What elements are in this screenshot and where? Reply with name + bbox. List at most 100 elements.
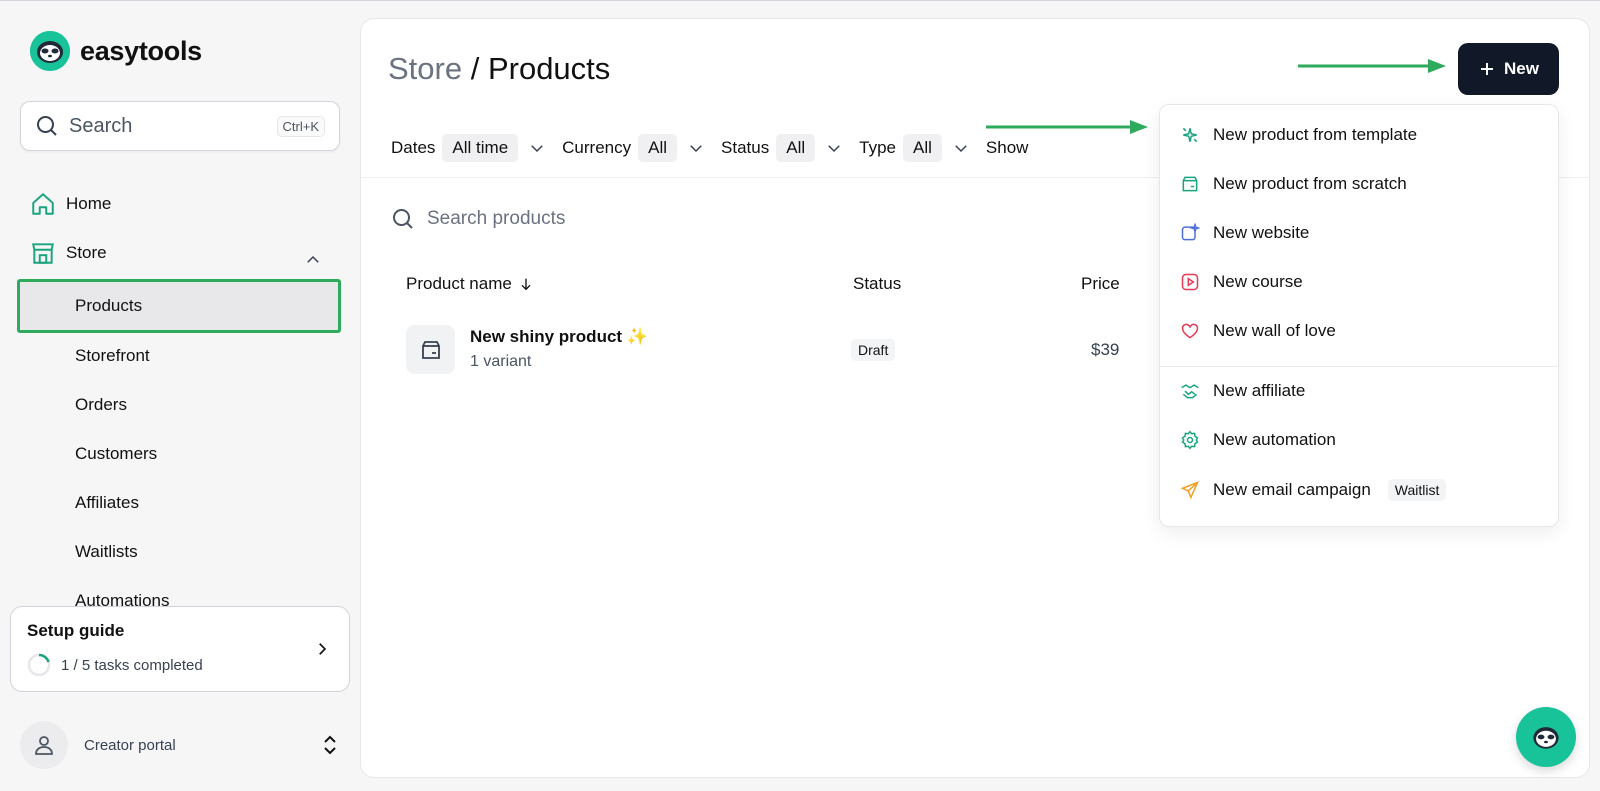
play-icon [1180, 272, 1200, 292]
website-icon [1180, 223, 1200, 243]
table-row-price: $39 [1091, 340, 1120, 359]
menu-item-new-email-campaign[interactable]: New email campaign Waitlist [1180, 479, 1447, 501]
paper-plane-icon [1180, 480, 1200, 500]
search-placeholder: Search [69, 114, 133, 137]
filter-dates[interactable]: Dates All time [391, 134, 546, 162]
creator-portal-switcher[interactable]: Creator portal [20, 721, 340, 769]
brand[interactable]: easytools [30, 31, 202, 71]
progress-ring-icon [27, 653, 51, 677]
setup-guide-card[interactable]: Setup guide 1 / 5 tasks completed [10, 606, 350, 692]
waitlist-badge: Waitlist [1387, 479, 1447, 501]
sidebar-item-customers[interactable]: Customers [75, 444, 157, 464]
creator-portal-label: Creator portal [84, 736, 176, 754]
filter-label: Currency [562, 138, 632, 157]
chat-support-button[interactable] [1516, 707, 1576, 767]
handshake-icon [1180, 381, 1200, 401]
product-thumbnail[interactable] [406, 325, 455, 374]
sidebar-item-waitlists[interactable]: Waitlists [75, 542, 138, 562]
cog-icon [1180, 430, 1200, 450]
menu-item-label: New automation [1213, 430, 1336, 449]
filter-value: All [638, 134, 678, 162]
page-title: Store / Products [388, 51, 610, 87]
annotation-arrow-menu [986, 120, 1148, 134]
chevron-right-icon [319, 643, 327, 655]
sidebar-item-products[interactable]: Products [17, 279, 341, 333]
filter-label: Type [859, 138, 896, 157]
menu-item-new-automation[interactable]: New automation [1180, 430, 1336, 450]
filter-value: All [776, 134, 816, 162]
menu-item-new-wall-of-love[interactable]: New wall of love [1180, 321, 1336, 341]
new-button[interactable]: New [1458, 43, 1559, 95]
menu-item-label: New product from template [1213, 125, 1418, 144]
arrow-down-icon [521, 278, 531, 291]
sidebar-item-orders[interactable]: Orders [75, 395, 127, 415]
breadcrumb-store[interactable]: Store [388, 51, 462, 86]
table-row-name[interactable]: New shiny product ✨ [470, 327, 648, 347]
column-header-price[interactable]: Price [1081, 274, 1120, 294]
chevron-down-icon [955, 145, 967, 153]
annotation-arrow-new-button [1298, 59, 1446, 73]
setup-progress-text: 1 / 5 tasks completed [61, 656, 203, 674]
home-icon [32, 193, 54, 215]
column-header-product-name[interactable]: Product name [406, 274, 534, 294]
filter-status[interactable]: Status All [721, 134, 843, 162]
status-badge: Draft [851, 339, 896, 361]
sidebar-item-storefront[interactable]: Storefront [75, 346, 150, 366]
breadcrumb-separator: / [462, 51, 488, 86]
menu-item-label: New course [1213, 272, 1303, 291]
menu-item-new-product-scratch[interactable]: New product from scratch [1180, 174, 1407, 194]
product-search-placeholder: Search products [427, 208, 566, 229]
sidebar-item-home[interactable]: Home [30, 191, 111, 217]
search-shortcut: Ctrl+K [276, 115, 325, 137]
plus-icon [1481, 63, 1494, 75]
search-icon [393, 209, 413, 229]
filter-label: Show [985, 138, 1029, 157]
filter-label: Dates [391, 138, 436, 157]
sloth-logo-icon [30, 31, 70, 71]
column-header-status[interactable]: Status [853, 274, 901, 294]
filter-value: All time [442, 134, 519, 162]
sidebar: easytools Search Ctrl+K Home Store Produ… [0, 1, 354, 791]
sidebar-item-label: Store [66, 243, 107, 262]
menu-item-new-website[interactable]: New website [1180, 223, 1309, 243]
column-header-label: Product name [406, 274, 512, 293]
filter-show[interactable]: Show [986, 138, 1036, 158]
menu-item-new-product-template[interactable]: New product from template [1180, 125, 1417, 145]
product-name: New shiny product [470, 327, 623, 346]
search-icon [37, 116, 57, 136]
new-button-label: New [1504, 59, 1539, 78]
menu-item-label: New product from scratch [1213, 174, 1407, 193]
sidebar-item-label: Home [66, 194, 112, 213]
filter-type[interactable]: Type All [859, 134, 970, 162]
new-dropdown-menu: New product from template New product fr… [1159, 104, 1559, 527]
store-icon [32, 243, 54, 264]
user-icon [35, 736, 53, 755]
filter-bar: Dates All time Currency All Status All T… [391, 133, 1051, 163]
search-input[interactable]: Search Ctrl+K [20, 101, 340, 151]
menu-item-new-affiliate[interactable]: New affiliate [1180, 381, 1305, 401]
chevron-up-icon[interactable] [304, 251, 322, 269]
sidebar-item-affiliates[interactable]: Affiliates [75, 493, 139, 513]
setup-guide-title: Setup guide [27, 621, 125, 640]
menu-item-label: New email campaign [1213, 480, 1371, 499]
table-row-variants: 1 variant [470, 353, 532, 370]
menu-item-label: New wall of love [1213, 321, 1336, 340]
chevron-up-down-icon [324, 735, 336, 755]
heart-icon [1180, 321, 1200, 341]
menu-item-label: New affiliate [1213, 381, 1306, 400]
avatar [20, 721, 68, 769]
chevron-down-icon [828, 145, 840, 153]
breadcrumb-current: Products [487, 51, 611, 86]
sloth-chat-icon [1533, 727, 1559, 749]
menu-item-new-course[interactable]: New course [1180, 272, 1303, 292]
chevron-down-icon [690, 145, 702, 153]
menu-divider [1160, 366, 1558, 367]
sidebar-item-store[interactable]: Store [30, 240, 107, 266]
sparkles-icon: ✨ [626, 327, 648, 346]
brand-name: easytools [80, 35, 202, 66]
product-search-input[interactable]: Search products [391, 207, 565, 231]
filter-currency[interactable]: Currency All [562, 134, 705, 162]
menu-item-label: New website [1213, 223, 1310, 242]
sparkle-icon [1180, 125, 1200, 145]
filter-value: All [903, 134, 942, 162]
